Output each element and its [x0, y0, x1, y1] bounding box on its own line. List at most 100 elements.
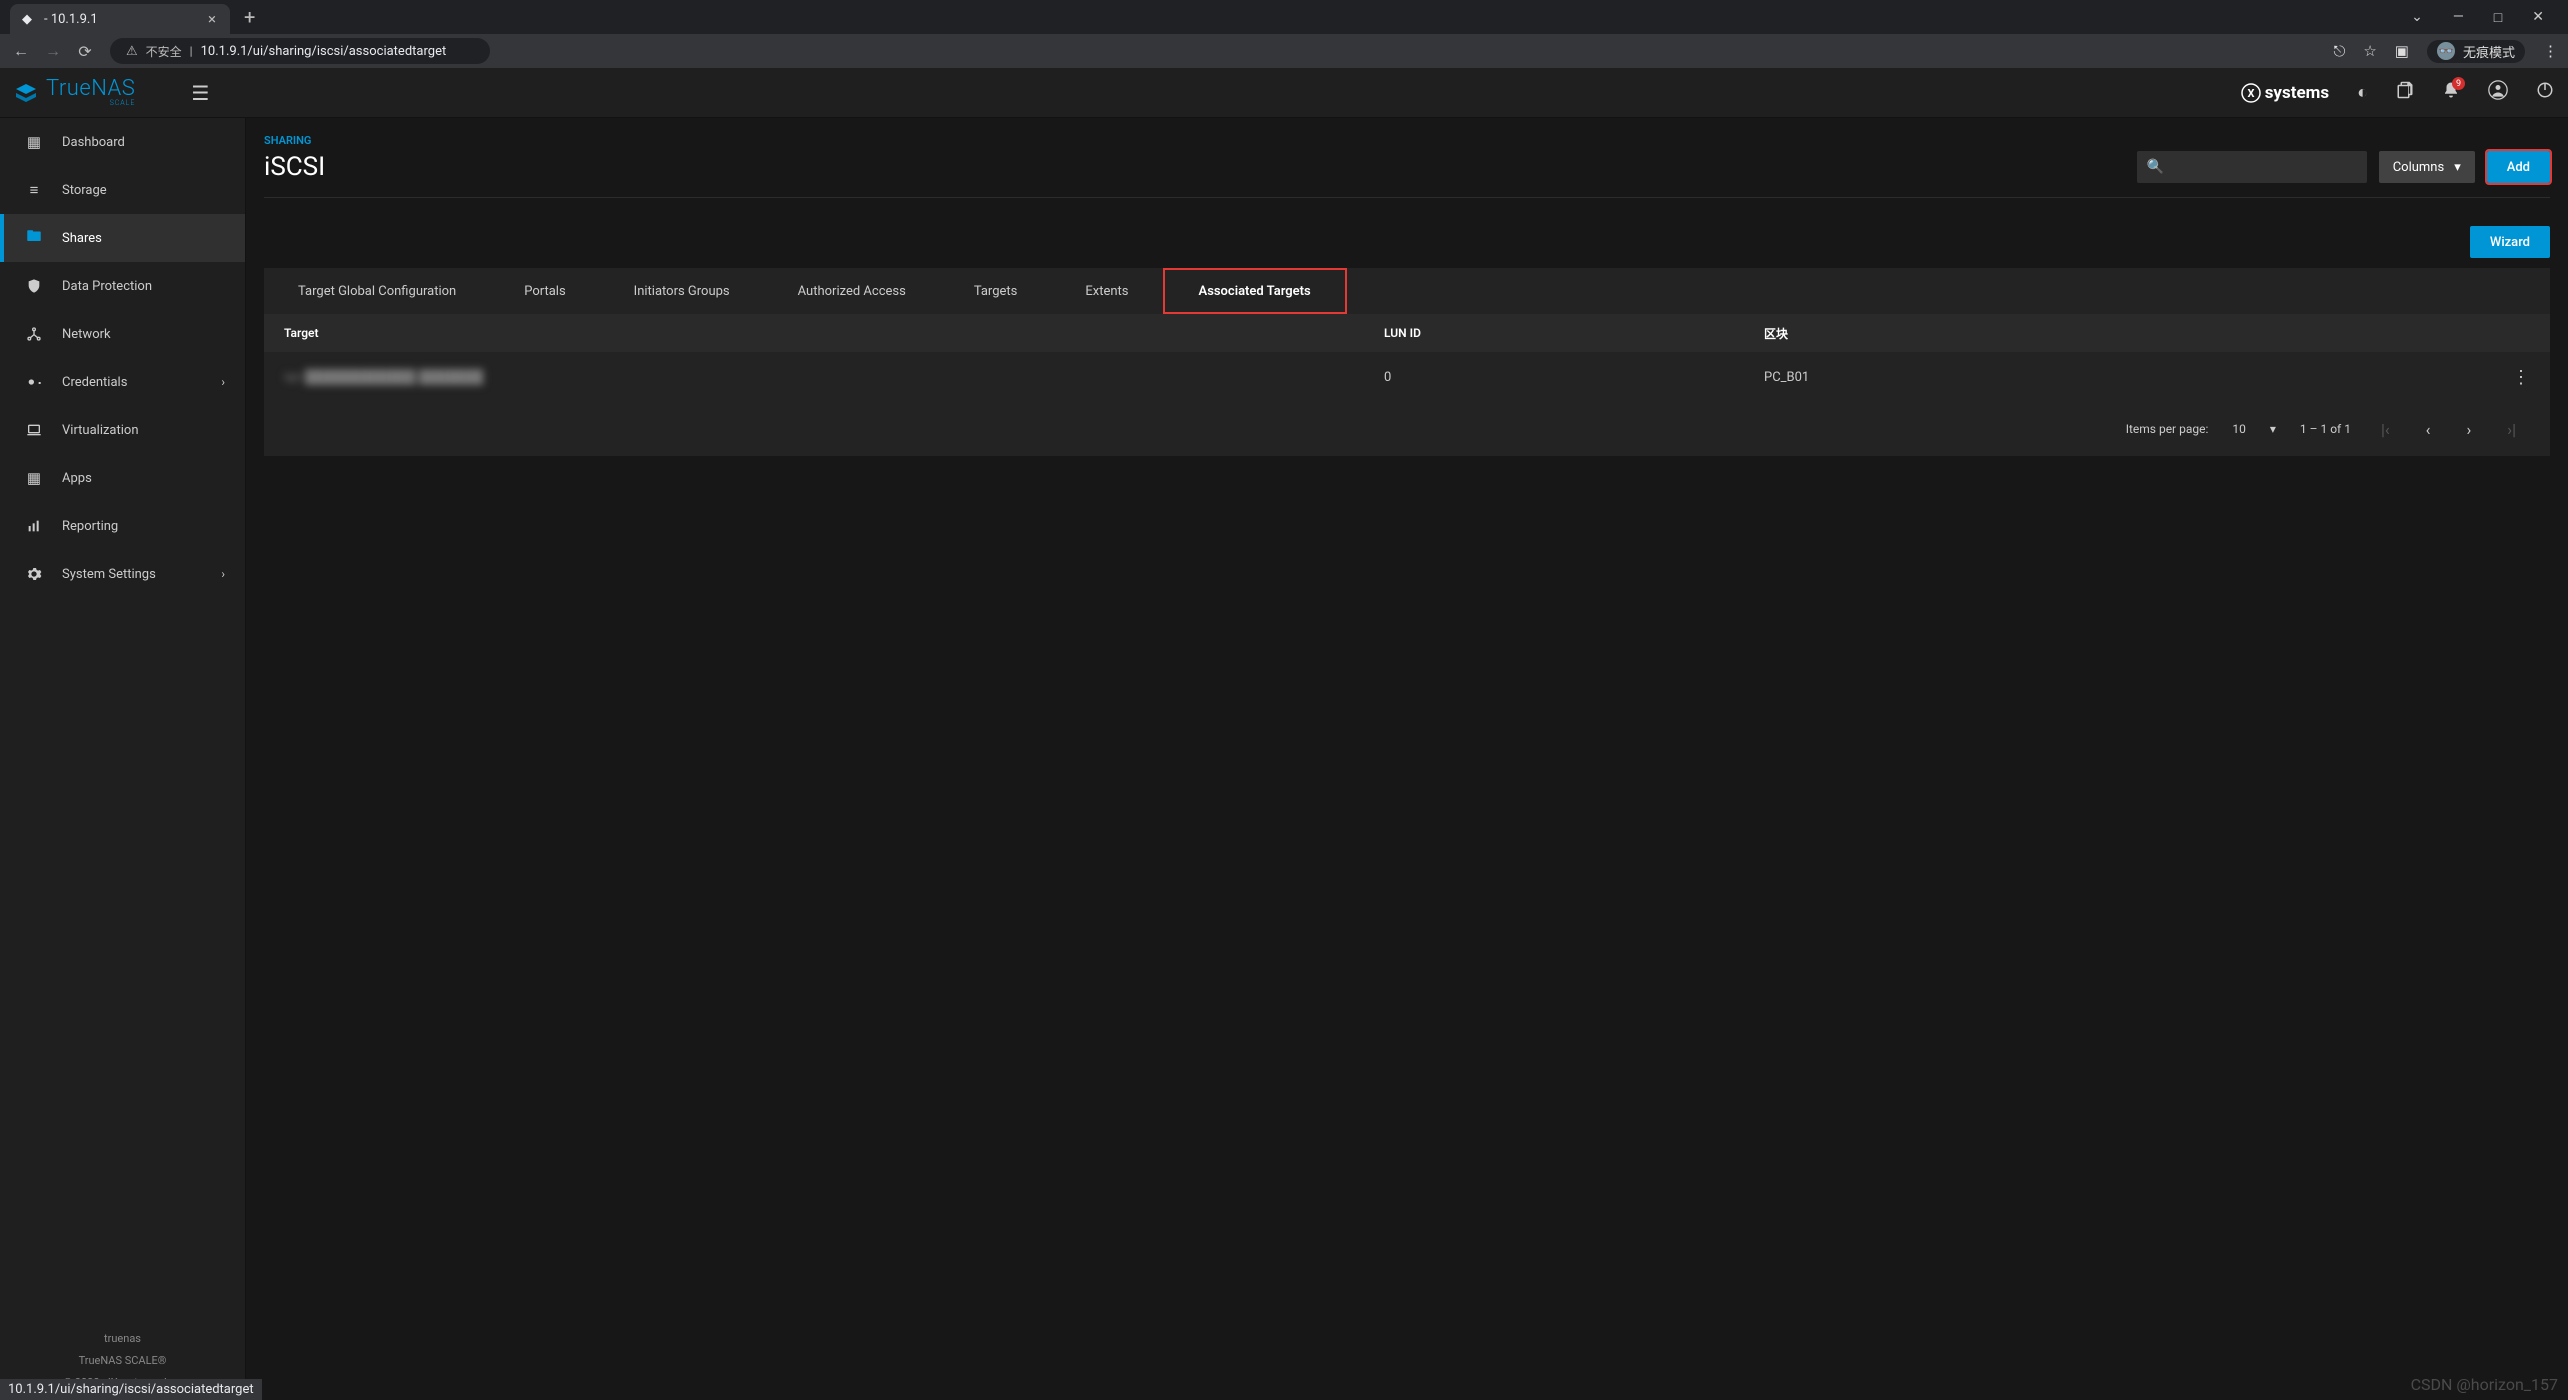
url-field[interactable]: ⚠ 不安全 | 10.1.9.1/ui/sharing/iscsi/associ… — [110, 38, 490, 64]
sidebar-item-credentials[interactable]: Credentials › — [0, 358, 245, 406]
incognito-icon: 👓 — [2437, 42, 2455, 60]
tab-target-global-configuration[interactable]: Target Global Configuration — [264, 268, 490, 314]
insecure-icon: ⚠ — [126, 44, 138, 59]
chevron-right-icon: › — [221, 567, 225, 581]
shares-icon: 🖿 — [24, 226, 44, 251]
window-minimize-icon[interactable]: — — [2453, 9, 2464, 25]
new-tab-button[interactable]: + — [244, 5, 255, 29]
incognito-label: 无痕模式 — [2463, 42, 2515, 61]
cell-lun: 0 — [1384, 370, 1764, 385]
notifications-icon[interactable]: 9 — [2442, 81, 2460, 104]
sidebar-item-virtualization[interactable]: Virtualization — [0, 406, 245, 454]
col-header-target[interactable]: Target — [284, 326, 1384, 340]
first-page-icon[interactable]: |‹ — [2375, 420, 2396, 439]
account-icon[interactable] — [2488, 80, 2508, 105]
main-content: SHARING iSCSI 🔍 Columns ▾ Add — [246, 118, 2568, 1400]
tab-initiators-groups[interactable]: Initiators Groups — [600, 268, 764, 314]
sidebar-item-label: System Settings — [62, 567, 156, 582]
security-label: 不安全 — [146, 43, 182, 60]
app-topbar: TrueNAS SCALE ☰ X systems ◐ 9 — [0, 68, 2568, 118]
power-icon[interactable] — [2536, 81, 2554, 104]
incognito-chip[interactable]: 👓 无痕模式 — [2427, 40, 2525, 63]
dashboard-icon: ▦ — [24, 133, 44, 151]
bookmark-icon[interactable]: ☆ — [2363, 42, 2376, 60]
back-icon[interactable]: ← — [10, 40, 32, 62]
sidebar-item-label: Shares — [62, 231, 102, 246]
sidebar-item-reporting[interactable]: Reporting — [0, 502, 245, 550]
close-icon[interactable]: × — [208, 10, 216, 28]
search-input[interactable]: 🔍 — [2137, 151, 2367, 183]
sidebar-item-label: Apps — [62, 471, 92, 486]
sidebar-item-network[interactable]: Network — [0, 310, 245, 358]
ix-mark-icon: X — [2241, 83, 2261, 103]
window-close-icon[interactable]: ✕ — [2532, 9, 2544, 25]
footer-product: TrueNAS SCALE® — [0, 1350, 245, 1372]
footer-hostname: truenas — [0, 1328, 245, 1350]
sidebar-item-label: Data Protection — [62, 279, 152, 294]
browser-menu-icon[interactable]: ⋮ — [2543, 42, 2558, 60]
tab-extents[interactable]: Extents — [1051, 268, 1162, 314]
tab-targets[interactable]: Targets — [940, 268, 1052, 314]
clipboard-icon[interactable] — [2396, 81, 2414, 104]
table-header: Target LUN ID 区块 — [264, 314, 2550, 352]
window-maximize-icon[interactable]: □ — [2494, 9, 2502, 26]
apps-icon: ▦ — [24, 469, 44, 487]
sidebar-item-shares[interactable]: 🖿 Shares — [0, 214, 245, 262]
translate-icon[interactable]: ⎋ — [2333, 42, 2345, 60]
tab-associated-targets[interactable]: Associated Targets — [1163, 268, 1347, 314]
shield-icon — [24, 278, 44, 294]
items-per-page-value[interactable]: 10 — [2232, 422, 2246, 436]
last-page-icon[interactable]: ›| — [2501, 420, 2522, 439]
logo-mark-icon — [14, 81, 38, 105]
col-header-lun[interactable]: LUN ID — [1384, 326, 1764, 340]
wizard-button[interactable]: Wizard — [2470, 226, 2550, 258]
tab-authorized-access[interactable]: Authorized Access — [764, 268, 940, 314]
window-dropdown-icon[interactable]: ⌄ — [2411, 9, 2423, 25]
search-field[interactable] — [2164, 160, 2357, 175]
page-title: iSCSI — [264, 152, 325, 182]
logo-text: TrueNAS — [46, 78, 135, 100]
side-panel-icon[interactable]: ▣ — [2395, 42, 2409, 60]
truenas-logo[interactable]: TrueNAS SCALE — [14, 78, 135, 107]
storage-icon: ≡ — [24, 181, 44, 199]
ixsystems-logo[interactable]: X systems — [2241, 83, 2329, 103]
checkin-icon[interactable]: ◐ — [2357, 82, 2368, 103]
sidebar-item-system-settings[interactable]: System Settings › — [0, 550, 245, 598]
chevron-down-icon: ▾ — [2454, 160, 2461, 175]
gear-icon — [24, 566, 44, 582]
separator: | — [190, 44, 193, 58]
add-button[interactable]: Add — [2487, 151, 2550, 183]
browser-tab-strip: ◆ - 10.1.9.1 × + ⌄ — □ ✕ — [0, 0, 2568, 34]
sidebar-item-data-protection[interactable]: Data Protection — [0, 262, 245, 310]
breadcrumb[interactable]: SHARING — [264, 118, 2550, 147]
sidebar-item-label: Dashboard — [62, 135, 125, 150]
tab-portals[interactable]: Portals — [490, 268, 599, 314]
prev-page-icon[interactable]: ‹ — [2420, 420, 2437, 439]
col-header-block[interactable]: 区块 — [1764, 325, 2490, 342]
table-row[interactable]: iqn ████████████ ███████ 0 PC_B01 ⋮ — [264, 352, 2550, 402]
forward-icon[interactable]: → — [42, 40, 64, 62]
app-root: TrueNAS SCALE ☰ X systems ◐ 9 — [0, 68, 2568, 1400]
network-icon — [24, 326, 44, 342]
page-range: 1 – 1 of 1 — [2300, 422, 2351, 436]
row-actions-icon[interactable]: ⋮ — [2490, 367, 2530, 388]
chevron-down-icon[interactable]: ▾ — [2270, 422, 2276, 436]
tab-title: - 10.1.9.1 — [44, 12, 98, 27]
sidebar-item-label: Credentials — [62, 375, 127, 390]
sidebar-item-label: Storage — [62, 183, 107, 198]
targets-table: Target LUN ID 区块 iqn ████████████ ██████… — [264, 314, 2550, 456]
columns-button[interactable]: Columns ▾ — [2379, 151, 2475, 183]
menu-toggle-icon[interactable]: ☰ — [191, 81, 209, 105]
search-icon: 🔍 — [2147, 159, 2164, 175]
sidebar-item-storage[interactable]: ≡ Storage — [0, 166, 245, 214]
tab-bar: Target Global Configuration Portals Init… — [264, 268, 2550, 314]
reload-icon[interactable]: ⟳ — [74, 40, 96, 62]
next-page-icon[interactable]: › — [2460, 420, 2477, 439]
laptop-icon — [24, 422, 44, 438]
ix-text: systems — [2265, 83, 2329, 103]
cell-block: PC_B01 — [1764, 370, 2490, 385]
sidebar-item-dashboard[interactable]: ▦ Dashboard — [0, 118, 245, 166]
sidebar-item-apps[interactable]: ▦ Apps — [0, 454, 245, 502]
browser-tab[interactable]: ◆ - 10.1.9.1 × — [10, 4, 230, 34]
watermark: CSDN @horizon_157 — [2411, 1375, 2558, 1394]
